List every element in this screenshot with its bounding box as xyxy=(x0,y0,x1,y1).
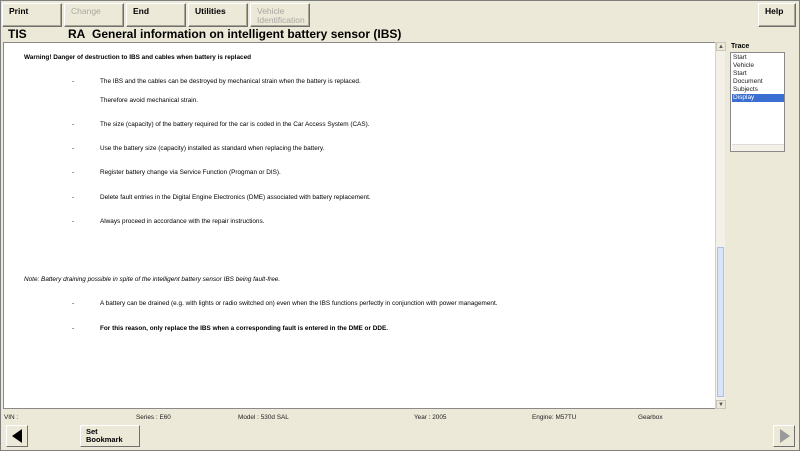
list-item: Delete fault entries in the Digital Engi… xyxy=(100,194,371,201)
vin-field: VIN : xyxy=(4,414,19,421)
page-title: General information on intelligent batte… xyxy=(92,27,402,41)
list-bullet: - xyxy=(72,218,75,225)
trace-item-subjects[interactable]: Subjects xyxy=(732,86,784,94)
trace-item-start[interactable]: Start xyxy=(732,54,784,62)
trace-horizontal-scrollbar[interactable] xyxy=(732,144,784,151)
engine-field: Engine: M57TU xyxy=(532,414,577,421)
vehicle-identification-button[interactable]: Vehicle Identification xyxy=(250,3,310,27)
trace-label: Trace xyxy=(731,43,750,50)
list-item: Therefore avoid mechanical strain. xyxy=(100,97,199,104)
vehicle-identification-line2: Identification xyxy=(257,15,305,25)
warning-heading: Warning! Danger of destruction to IBS an… xyxy=(24,54,252,61)
list-bullet: - xyxy=(72,145,75,152)
list-item: Use the battery size (capacity) installe… xyxy=(100,145,325,152)
document-content: Warning! Danger of destruction to IBS an… xyxy=(3,42,725,409)
back-button[interactable] xyxy=(6,425,28,447)
list-bullet: - xyxy=(72,78,75,85)
set-bookmark-button[interactable]: Set Bookmark xyxy=(80,425,140,447)
arrow-right-icon xyxy=(780,429,790,443)
scroll-up-icon[interactable]: ▲ xyxy=(716,42,726,51)
list-bullet: - xyxy=(72,325,75,332)
note-text: Note: Battery draining possible in spite… xyxy=(24,276,281,283)
help-button[interactable]: Help xyxy=(758,3,796,27)
list-item: The IBS and the cables can be destroyed … xyxy=(100,78,361,85)
app-label: TIS xyxy=(8,27,27,41)
series-field: Series : E60 xyxy=(136,414,171,421)
trace-item-document[interactable]: Document xyxy=(732,78,784,86)
year-field: Year : 2005 xyxy=(414,414,447,421)
vehicle-status-bar: VIN : Series : E60 Model : 530d SAL Year… xyxy=(2,413,798,422)
print-button[interactable]: Print xyxy=(2,3,62,27)
list-bullet: - xyxy=(72,300,75,307)
trace-list[interactable]: Start Vehicle Start Document Subjects Di… xyxy=(730,52,785,152)
list-item: For this reason, only replace the IBS wh… xyxy=(100,325,388,332)
trace-item-start-2[interactable]: Start xyxy=(732,70,784,78)
trace-item-display[interactable]: Display xyxy=(732,94,784,102)
end-button[interactable]: End xyxy=(126,3,186,27)
scroll-down-icon[interactable]: ▼ xyxy=(716,400,726,409)
scroll-thumb[interactable] xyxy=(717,247,724,397)
gearbox-field: Gearbox xyxy=(638,414,663,421)
list-item: A battery can be drained (e.g. with ligh… xyxy=(100,300,498,307)
trace-item-vehicle[interactable]: Vehicle xyxy=(732,62,784,70)
model-field: Model : 530d SAL xyxy=(238,414,289,421)
list-bullet: - xyxy=(72,121,75,128)
content-scrollbar[interactable]: ▲ ▼ xyxy=(715,42,726,409)
bookmark-label-line2: Bookmark xyxy=(86,435,123,444)
list-bullet: - xyxy=(72,194,75,201)
arrow-left-icon xyxy=(12,429,22,443)
forward-button[interactable] xyxy=(773,425,795,447)
toolbar: Print Change End Utilities Vehicle Ident… xyxy=(2,3,798,27)
document-code: RA xyxy=(68,27,86,41)
change-button[interactable]: Change xyxy=(64,3,124,27)
list-item: Always proceed in accordance with the re… xyxy=(100,218,265,225)
list-item: Register battery change via Service Func… xyxy=(100,169,281,176)
title-bar: TIS RA General information on intelligen… xyxy=(2,27,798,42)
list-bullet: - xyxy=(72,169,75,176)
utilities-button[interactable]: Utilities xyxy=(188,3,248,27)
list-item: The size (capacity) of the battery requi… xyxy=(100,121,370,128)
